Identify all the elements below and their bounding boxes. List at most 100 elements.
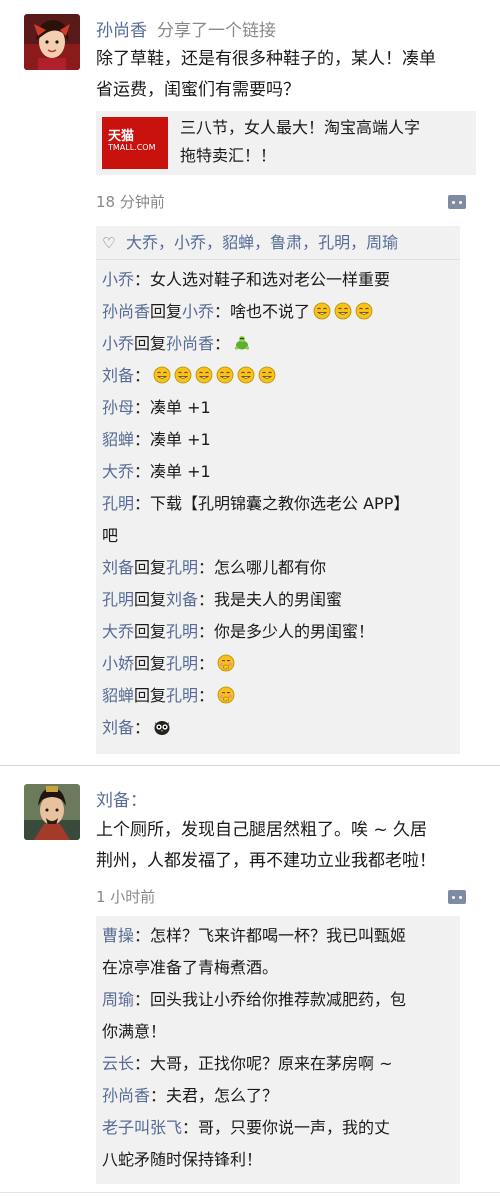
- comment-text: ：: [198, 686, 215, 705]
- avatar-liubei[interactable]: [24, 784, 80, 840]
- comment-icon[interactable]: [448, 890, 466, 904]
- link-title-line: 三八节，女人最大！淘宝高端人字: [180, 118, 421, 137]
- grin-emoji-icon: [213, 366, 234, 385]
- comment-item[interactable]: 孙尚香回复小乔：啥也不说了: [102, 296, 452, 328]
- comment-item[interactable]: 曹操：怎样？飞来许都喝一杯？我已叫甄姬 在凉亭准备了青梅煮酒。: [102, 920, 452, 984]
- commenter-name[interactable]: 刘备: [102, 558, 134, 577]
- comment-text: ：我是夫人的男闺蜜: [198, 590, 343, 609]
- comment-line: 小娇回复孔明：: [102, 648, 452, 680]
- comment-text: ：: [134, 718, 151, 737]
- commenter-name[interactable]: 貂蝉: [102, 686, 134, 705]
- shy-emoji-icon: [214, 686, 235, 705]
- reply-word: 回复: [134, 590, 167, 609]
- comment-item[interactable]: 孔明：下载【孔明锦囊之教你选老公 APP】吧: [102, 488, 452, 552]
- feedback-panel: 曹操：怎样？飞来许都喝一杯？我已叫甄姬 在凉亭准备了青梅煮酒。 周瑜：回头我让小乔给…: [96, 916, 460, 1184]
- post-text: 除了草鞋，还是有很多种鞋子的，某人！凑单 省运费，闺蜜们有需要吗？: [96, 44, 476, 106]
- comment-text: ：你是多少人的男闺蜜！: [198, 622, 375, 641]
- post-author-name[interactable]: 刘备: [96, 791, 130, 811]
- grin-emoji-icon: [310, 302, 331, 321]
- post-timestamp: 18 分钟前: [96, 193, 165, 211]
- comment-item[interactable]: 貂蝉回复孔明：: [102, 680, 452, 712]
- commenter-name[interactable]: 曹操: [102, 926, 134, 945]
- author-colon: ：: [130, 791, 147, 811]
- comment-text: ：大哥，正找你呢？原来在茅房啊 ~: [134, 1054, 393, 1073]
- comment-line: 小乔：女人选对鞋子和选对老公一样重要: [102, 264, 452, 296]
- grin-emoji-icon: [331, 302, 352, 321]
- comment-text: ：回头我让小乔给你推荐款减肥药，包: [134, 990, 407, 1009]
- reply-target-name[interactable]: 小乔: [182, 302, 214, 321]
- commenter-name[interactable]: 孙尚香: [102, 1086, 150, 1105]
- comment-line: 孙尚香回复小乔：啥也不说了: [102, 296, 452, 328]
- comment-item[interactable]: 小乔：女人选对鞋子和选对老公一样重要: [102, 264, 452, 296]
- post-author-name[interactable]: 孙尚香: [96, 21, 147, 41]
- commenter-name[interactable]: 小乔: [102, 270, 134, 289]
- turtle-emoji-icon: [230, 334, 251, 353]
- commenter-name[interactable]: 大乔: [102, 462, 134, 481]
- comment-item[interactable]: 大乔回复孔明：你是多少人的男闺蜜！: [102, 616, 452, 648]
- comment-item[interactable]: 云长：大哥，正找你呢？原来在茅房啊 ~: [102, 1048, 452, 1080]
- reply-target-name[interactable]: 孙尚香: [166, 334, 214, 353]
- comment-item[interactable]: 孙尚香：夫君，怎么了？: [102, 1080, 452, 1112]
- comment-line: 周瑜：回头我让小乔给你推荐款减肥药，包: [102, 984, 452, 1016]
- reply-target-name[interactable]: 孔明: [166, 558, 198, 577]
- comment-icon[interactable]: [448, 195, 466, 209]
- comment-item[interactable]: 周瑜：回头我让小乔给你推荐款减肥药，包 你满意！: [102, 984, 452, 1048]
- comment-item[interactable]: 刘备：: [102, 712, 452, 744]
- grin-emoji-icon: [255, 366, 276, 385]
- commenter-name[interactable]: 孙母: [102, 398, 134, 417]
- heart-icon: ♡: [102, 234, 116, 252]
- comment-line: 孔明回复刘备：我是夫人的男闺蜜: [102, 584, 452, 616]
- comment-text: ：: [198, 654, 215, 673]
- commenter-name[interactable]: 大乔: [102, 622, 134, 641]
- comment-item[interactable]: 孙母：凑单 +1: [102, 392, 452, 424]
- shy-emoji-icon: [214, 654, 235, 673]
- comment-line: 貂蝉回复孔明：: [102, 680, 452, 712]
- commenter-name[interactable]: 云长: [102, 1054, 134, 1073]
- commenter-name[interactable]: 周瑜: [102, 990, 134, 1009]
- comment-text: ：: [214, 334, 231, 353]
- liker-name[interactable]: 鲁肃: [270, 233, 302, 252]
- commenter-name[interactable]: 貂蝉: [102, 430, 134, 449]
- commenter-name[interactable]: 孙尚香: [102, 302, 150, 321]
- grin-emoji-icon: [352, 302, 373, 321]
- comment-line: 刘备回复孔明：怎么哪儿都有你: [102, 552, 452, 584]
- comment-line: 你满意！: [102, 1016, 452, 1048]
- reply-target-name[interactable]: 孔明: [166, 622, 198, 641]
- comment-item[interactable]: 孔明回复刘备：我是夫人的男闺蜜: [102, 584, 452, 616]
- commenter-name[interactable]: 小娇: [102, 654, 134, 673]
- shared-link-card[interactable]: 天猫 TMALL.COM 三八节，女人最大！淘宝高端人字 拖特卖汇！！: [96, 111, 476, 175]
- liker-name[interactable]: 小乔: [174, 233, 206, 252]
- comment-item[interactable]: 刘备：: [102, 360, 452, 392]
- commenter-name[interactable]: 孔明: [102, 590, 134, 609]
- commenter-name[interactable]: 刘备: [102, 718, 134, 737]
- commenter-name[interactable]: 刘备: [102, 366, 134, 385]
- liker-name[interactable]: 周瑜: [366, 233, 398, 252]
- post-text-line: 上个厕所，发现自己腿居然粗了。唉 ~ 久居: [96, 820, 428, 840]
- comment-item[interactable]: 刘备回复孔明：怎么哪儿都有你: [102, 552, 452, 584]
- moment-post-sunshangxiang: 孙尚香 分享了一个链接 除了草鞋，还是有很多种鞋子的，某人！凑单 省运费，闺蜜们有…: [0, 0, 500, 765]
- comment-item[interactable]: 貂蝉：凑单 +1: [102, 424, 452, 456]
- comment-item[interactable]: 小乔回复孙尚香：: [102, 328, 452, 360]
- post-timestamp: 1 小时前: [96, 888, 156, 906]
- avatar-sunshangxiang[interactable]: [24, 14, 80, 70]
- reply-target-name[interactable]: 刘备: [166, 590, 198, 609]
- comment-item[interactable]: 老子叫张飞：哥，只要你说一声，我的丈 八蛇矛随时保持锋利！: [102, 1112, 452, 1176]
- liker-name[interactable]: 大乔: [126, 233, 158, 252]
- comment-item[interactable]: 大乔：凑单 +1: [102, 456, 452, 488]
- comment-text: ：女人选对鞋子和选对老公一样重要: [134, 270, 391, 289]
- reply-target-name[interactable]: 孔明: [166, 654, 198, 673]
- commenter-name[interactable]: 小乔: [102, 334, 134, 353]
- reply-target-name[interactable]: 孔明: [166, 686, 198, 705]
- feedback-panel: ♡ 大乔，小乔，貂蝉，鲁肃，孔明，周瑜 小乔：女人选对鞋子和选对老公一样重要 孙尚香…: [96, 226, 460, 754]
- comment-line: 云长：大哥，正找你呢？原来在茅房啊 ~: [102, 1048, 452, 1080]
- comment-item[interactable]: 小娇回复孔明：: [102, 648, 452, 680]
- comment-line: 孙母：凑单 +1: [102, 392, 452, 424]
- liker-name[interactable]: 孔明: [318, 233, 350, 252]
- comment-line: 大乔回复孔明：你是多少人的男闺蜜！: [102, 616, 452, 648]
- likes-row: ♡ 大乔，小乔，貂蝉，鲁肃，孔明，周瑜: [96, 226, 460, 260]
- liker-name[interactable]: 貂蝉: [222, 233, 254, 252]
- commenter-name[interactable]: 孔明: [102, 494, 134, 513]
- grin-emoji-icon: [192, 366, 213, 385]
- comment-text: ：凑单 +1: [134, 398, 211, 417]
- commenter-name[interactable]: 老子叫张飞: [102, 1118, 182, 1137]
